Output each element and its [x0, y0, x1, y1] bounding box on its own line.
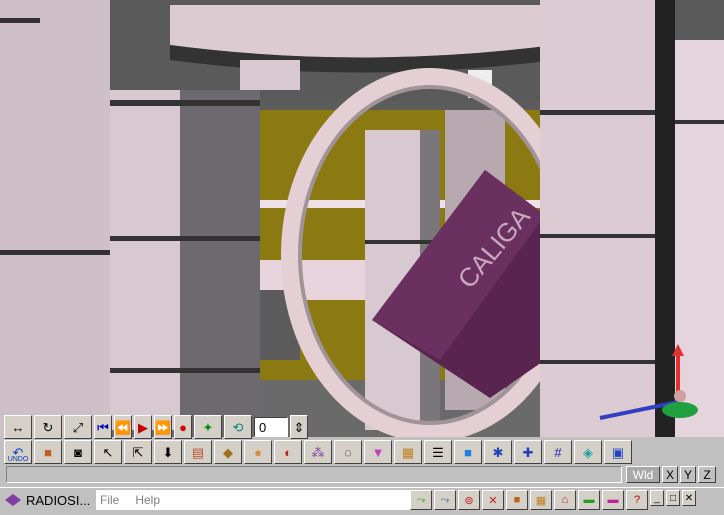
camera-icon[interactable]: ◙: [64, 440, 92, 464]
first-frame-icon[interactable]: ⏮: [94, 415, 112, 439]
select-move-icon[interactable]: ⇱: [124, 440, 152, 464]
grid-icon[interactable]: #: [544, 440, 572, 464]
status-bar: Wld X Y Z: [0, 465, 724, 485]
sphere-icon[interactable]: ●: [244, 440, 272, 464]
tool-toolbar: ↶ UNDO ■ ◙ ↖ ⇱ ⬇ ▤ ◆ ● ◐ ⁂ ◌ ▼ ▦ ☰ ■ ✱ ✚ …: [0, 439, 724, 465]
blue-cube-icon[interactable]: ■: [454, 440, 482, 464]
loop-icon[interactable]: ⟲: [224, 415, 252, 439]
z-axis-button[interactable]: Z: [698, 466, 716, 483]
next-frame-icon[interactable]: ⏩: [154, 415, 172, 439]
tool6-icon[interactable]: ▦: [530, 490, 552, 510]
tray-toolbar: ⤳ ⤳ ⊚ ✕ ■ ▦ ⌂ ▬ ▬ ? _ □ ✕: [410, 490, 696, 512]
prev-frame-icon[interactable]: ⏪: [114, 415, 132, 439]
minimize-button[interactable]: _: [650, 490, 664, 506]
tool2-icon[interactable]: ⤳: [434, 490, 456, 510]
overhead-ring: [170, 5, 555, 58]
frame-input[interactable]: [254, 417, 288, 437]
tool3-icon[interactable]: ⊚: [458, 490, 480, 510]
menu-help[interactable]: Help: [135, 493, 160, 507]
drop-icon[interactable]: ⬇: [154, 440, 182, 464]
select-arrow-icon[interactable]: ↖: [94, 440, 122, 464]
record-icon[interactable]: ●: [174, 415, 192, 439]
scene-render[interactable]: CALIGA: [0, 0, 724, 437]
menu-file[interactable]: File: [100, 493, 119, 507]
tool7-icon[interactable]: ⌂: [554, 490, 576, 510]
light-figure-icon[interactable]: ✱: [484, 440, 512, 464]
undo-label: UNDO: [7, 456, 29, 463]
tool1-icon[interactable]: ⤳: [410, 490, 432, 510]
grid-list-icon[interactable]: ☰: [424, 440, 452, 464]
cone-icon[interactable]: ▼: [364, 440, 392, 464]
rotate-icon[interactable]: ↻: [34, 415, 62, 439]
molecule-icon[interactable]: ⁂: [304, 440, 332, 464]
surface-icon[interactable]: ◆: [214, 440, 242, 464]
maximize-button[interactable]: □: [666, 490, 680, 506]
tile-icon[interactable]: ◈: [574, 440, 602, 464]
play-icon[interactable]: ▶: [134, 415, 152, 439]
tool5-icon[interactable]: ■: [506, 490, 528, 510]
x-axis-button[interactable]: X: [662, 466, 678, 483]
spin-arrows-icon[interactable]: ⇕: [290, 415, 308, 439]
close-button[interactable]: ✕: [682, 490, 696, 506]
move-icon[interactable]: ↔: [4, 415, 32, 439]
tool4-icon[interactable]: ✕: [482, 490, 504, 510]
blob-icon[interactable]: ◌: [334, 440, 362, 464]
app-icon: [5, 494, 21, 506]
playback-toolbar: ↔ ↻ ⤢ ⏮ ⏪ ▶ ⏩ ● ✦ ⟲ ⇕: [0, 414, 308, 440]
app-title: RADIOSI...: [26, 492, 91, 508]
box-icon[interactable]: ■: [34, 440, 62, 464]
app-task-button[interactable]: RADIOSI...: [4, 490, 94, 510]
status-field: [6, 466, 622, 483]
menu-bar: File Help: [96, 490, 412, 510]
taskbar: RADIOSI... File Help ⤳ ⤳ ⊚ ✕ ■ ▦ ⌂ ▬ ▬ ?…: [0, 487, 724, 515]
zoom-icon[interactable]: ⤢: [64, 415, 92, 439]
view-3d-icon[interactable]: ▣: [604, 440, 632, 464]
cube-texture-icon[interactable]: ▦: [394, 440, 422, 464]
key-icon[interactable]: ✦: [194, 415, 222, 439]
half-sphere-icon[interactable]: ◐: [274, 440, 302, 464]
tool9-icon[interactable]: ▬: [602, 490, 624, 510]
undo-button[interactable]: ↶ UNDO: [4, 440, 32, 464]
axis-icon[interactable]: ✚: [514, 440, 542, 464]
y-axis-button[interactable]: Y: [680, 466, 696, 483]
help-icon[interactable]: ?: [626, 490, 648, 510]
3d-viewport[interactable]: CALIGA: [0, 0, 724, 437]
world-coords-button[interactable]: Wld: [626, 466, 660, 483]
column: [540, 0, 655, 437]
brick-icon[interactable]: ▤: [184, 440, 212, 464]
tool8-icon[interactable]: ▬: [578, 490, 600, 510]
column: [0, 0, 110, 437]
